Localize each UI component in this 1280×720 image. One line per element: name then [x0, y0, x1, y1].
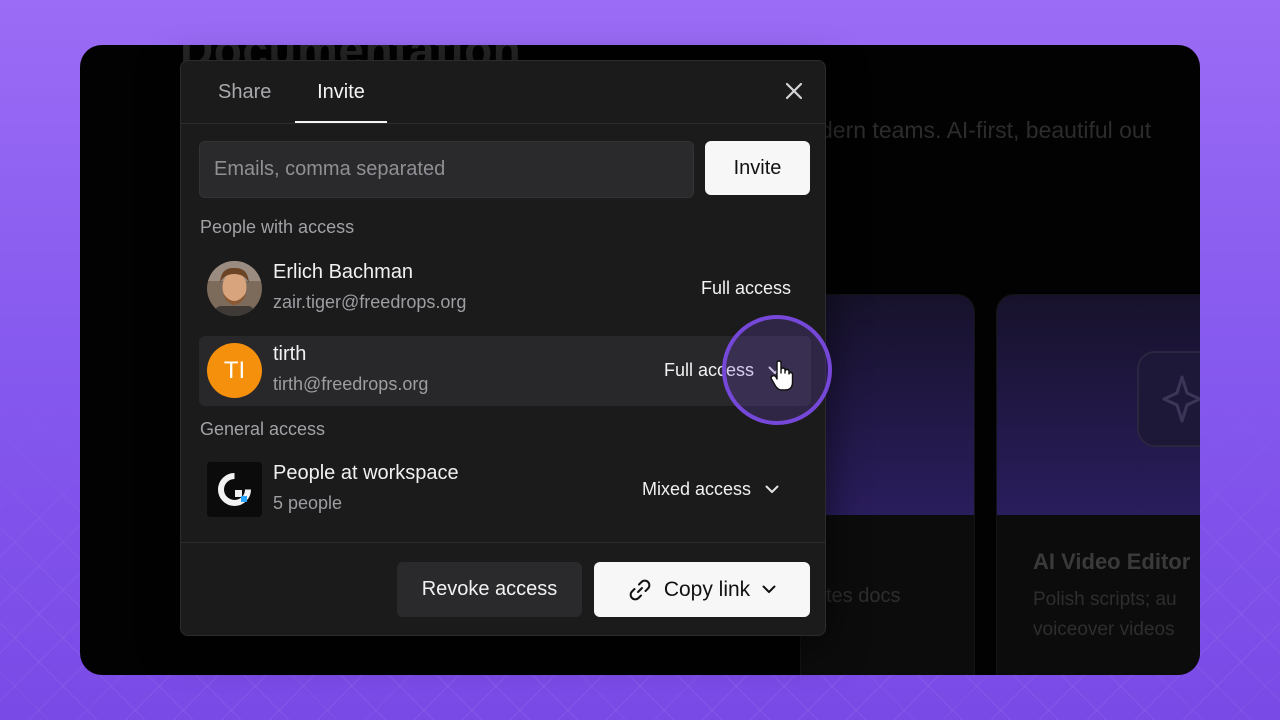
close-icon[interactable]: [781, 78, 807, 104]
workspace-name: People at workspace: [273, 462, 459, 484]
general-access-label: General access: [200, 419, 326, 439]
chevron-down-icon[interactable]: [762, 585, 776, 594]
revoke-access-button[interactable]: Revoke access: [397, 562, 582, 617]
workspace-row: People at workspace 5 people Mixed acces…: [199, 455, 811, 525]
background-page-subtitle: dern teams. AI-first, beautiful out: [820, 117, 1152, 143]
dialog-tabs: Share Invite: [181, 61, 825, 124]
person-row-erlich: Erlich Bachman zair.tiger@freedrops.org …: [199, 254, 811, 324]
copy-link-label: Copy link: [663, 577, 751, 601]
background-card-title: AI Video Editor: [1033, 549, 1191, 574]
avatar: TI: [207, 343, 262, 398]
person-email: tirth@freedrops.org: [273, 374, 429, 394]
background-card-text: tes docs: [826, 585, 901, 607]
hand-pointer-icon: [770, 360, 794, 391]
workspace-logo-icon: [207, 462, 262, 517]
background-card-ai-video-editor: AI Video Editor Polish scripts; au voice…: [996, 294, 1200, 675]
link-icon: [629, 579, 651, 600]
email-input[interactable]: [199, 141, 694, 198]
person-name: tirth: [273, 343, 307, 365]
workspace-member-count: 5 people: [273, 493, 343, 513]
background-card-description: Polish scripts; au voiceover videos: [1033, 589, 1177, 640]
general-access-dropdown[interactable]: Mixed access: [642, 479, 779, 500]
people-with-access-label: People with access: [200, 217, 355, 237]
tab-invite[interactable]: Invite: [295, 81, 387, 123]
invite-button[interactable]: Invite: [705, 141, 810, 195]
dialog-footer: Revoke access Copy link: [181, 542, 825, 635]
person-access-label: Full access: [701, 278, 792, 298]
person-email: zair.tiger@freedrops.org: [273, 292, 467, 312]
person-name: Erlich Bachman: [273, 261, 414, 283]
avatar: [207, 261, 262, 316]
sparkle-icon: [1137, 351, 1200, 447]
copy-link-button[interactable]: Copy link: [594, 562, 810, 617]
tab-share[interactable]: Share: [218, 81, 271, 123]
chevron-down-icon: [765, 485, 779, 493]
person-row-tirth: TI tirth tirth@freedrops.org Full access: [199, 336, 811, 406]
